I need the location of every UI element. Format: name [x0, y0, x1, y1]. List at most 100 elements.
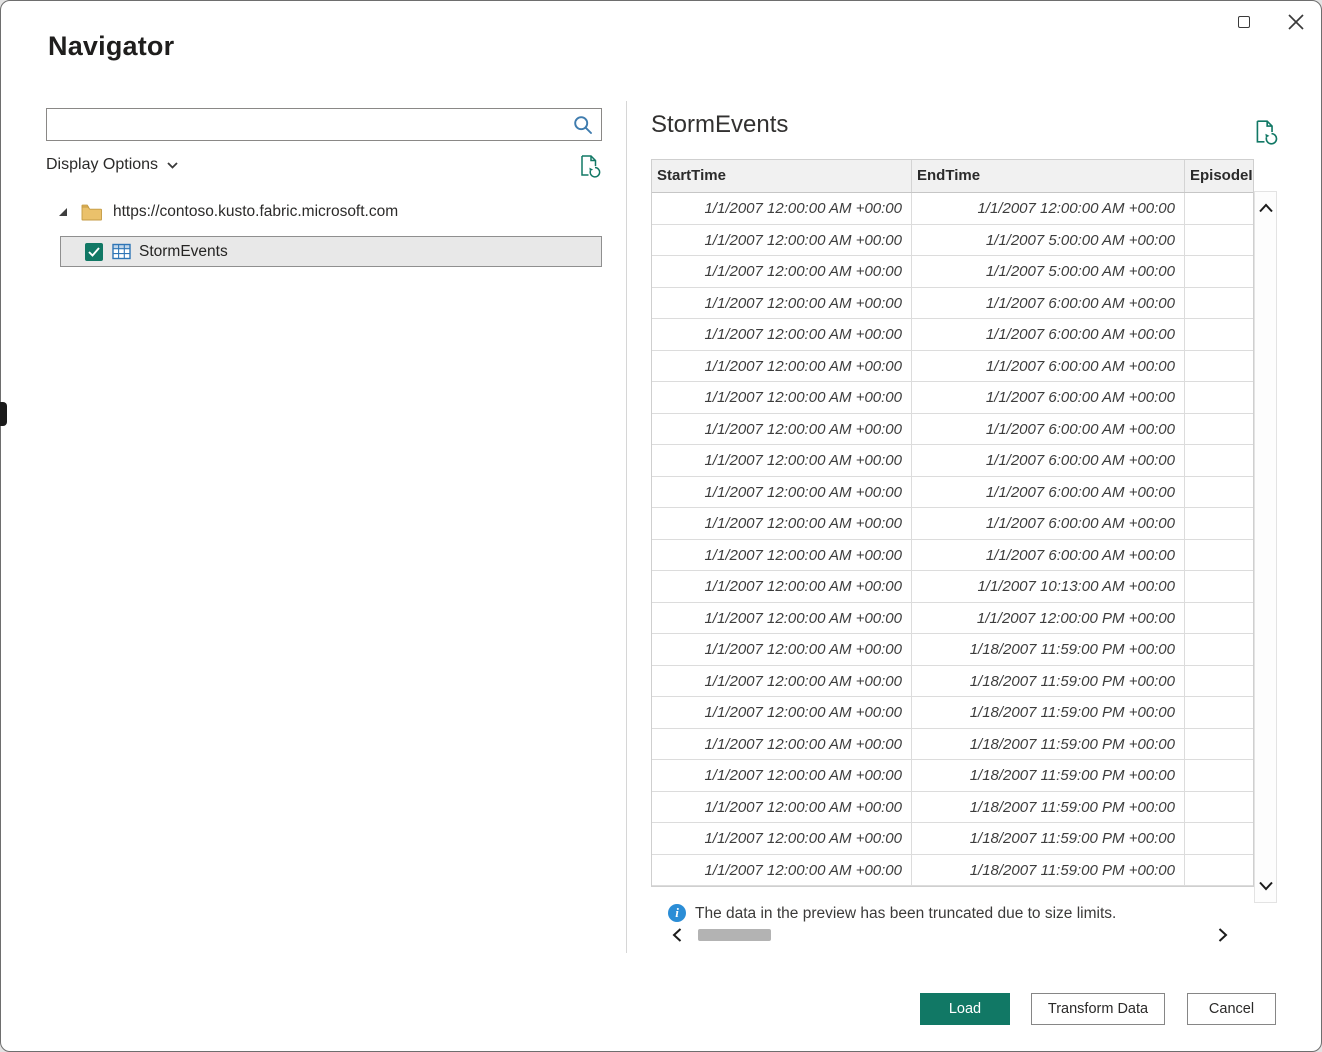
table-cell [1185, 571, 1253, 603]
checkbox-checked[interactable] [85, 243, 103, 261]
column-header-starttime: StartTime [652, 160, 912, 192]
load-button[interactable]: Load [920, 993, 1010, 1025]
table-cell: 1/1/2007 12:00:00 AM +00:00 [652, 445, 912, 477]
table-cell: 1/1/2007 12:00:00 AM +00:00 [652, 477, 912, 509]
table-cell: 1/18/2007 11:59:00 PM +00:00 [912, 792, 1185, 824]
table-cell [1185, 193, 1253, 225]
expander-collapse-icon[interactable] [57, 206, 69, 218]
maximize-icon [1238, 16, 1250, 28]
table-cell [1185, 760, 1253, 792]
transform-data-button[interactable]: Transform Data [1031, 993, 1165, 1025]
search-icon[interactable] [572, 114, 594, 136]
table-cell: 1/1/2007 12:00:00 AM +00:00 [912, 193, 1185, 225]
table-cell [1185, 540, 1253, 572]
table-row: 1/1/2007 12:00:00 AM +00:001/18/2007 11:… [652, 697, 1253, 729]
table-cell: 1/1/2007 6:00:00 AM +00:00 [912, 319, 1185, 351]
scroll-up-button[interactable] [1255, 196, 1276, 220]
scroll-down-button[interactable] [1255, 874, 1276, 898]
cancel-button[interactable]: Cancel [1187, 993, 1276, 1025]
refresh-icon [577, 154, 601, 178]
table-cell [1185, 225, 1253, 257]
table-row: 1/1/2007 12:00:00 AM +00:001/1/2007 6:00… [652, 319, 1253, 351]
table-cell: 1/1/2007 5:00:00 AM +00:00 [912, 225, 1185, 257]
table-row: 1/1/2007 12:00:00 AM +00:001/1/2007 6:00… [652, 508, 1253, 540]
table-cell: 1/1/2007 12:00:00 AM +00:00 [652, 414, 912, 446]
column-header-endtime: EndTime [912, 160, 1185, 192]
search-input[interactable] [47, 109, 572, 140]
table-cell: 1/18/2007 11:59:00 PM +00:00 [912, 760, 1185, 792]
table-cell: 1/1/2007 12:00:00 AM +00:00 [652, 193, 912, 225]
scroll-left-button[interactable] [667, 926, 687, 944]
table-row: 1/1/2007 12:00:00 AM +00:001/18/2007 11:… [652, 666, 1253, 698]
table-cell: 1/1/2007 6:00:00 AM +00:00 [912, 351, 1185, 383]
preview-refresh-button[interactable] [1251, 119, 1279, 147]
table-row: 1/1/2007 12:00:00 AM +00:001/1/2007 12:0… [652, 193, 1253, 225]
table-cell [1185, 445, 1253, 477]
table-cell: 1/1/2007 6:00:00 AM +00:00 [912, 540, 1185, 572]
navigation-tree: https://contoso.kusto.fabric.microsoft.c… [46, 197, 602, 227]
table-cell: 1/1/2007 6:00:00 AM +00:00 [912, 414, 1185, 446]
scroll-right-button[interactable] [1213, 926, 1233, 944]
navigator-dialog: Navigator Display Options [0, 0, 1322, 1052]
table-row: 1/1/2007 12:00:00 AM +00:001/1/2007 10:1… [652, 571, 1253, 603]
table-row: 1/1/2007 12:00:00 AM +00:001/1/2007 6:00… [652, 288, 1253, 320]
search-box [46, 108, 602, 141]
display-options-label: Display Options [46, 156, 158, 174]
vertical-scrollbar[interactable] [1254, 191, 1277, 903]
table-cell: 1/18/2007 11:59:00 PM +00:00 [912, 729, 1185, 761]
horizontal-scrollbar[interactable] [667, 926, 1233, 944]
table-row: 1/1/2007 12:00:00 AM +00:001/18/2007 11:… [652, 855, 1253, 887]
table-row: 1/1/2007 12:00:00 AM +00:001/1/2007 6:00… [652, 351, 1253, 383]
horizontal-scrollbar-thumb[interactable] [698, 929, 771, 941]
table-row: 1/1/2007 12:00:00 AM +00:001/18/2007 11:… [652, 760, 1253, 792]
folder-icon [81, 204, 102, 221]
table-cell: 1/1/2007 12:00:00 AM +00:00 [652, 319, 912, 351]
truncation-notice: i The data in the preview has been trunc… [668, 904, 1228, 923]
chevron-right-icon [1218, 927, 1228, 943]
table-row: 1/1/2007 12:00:00 AM +00:001/1/2007 6:00… [652, 477, 1253, 509]
table-cell: 1/1/2007 12:00:00 AM +00:00 [652, 603, 912, 635]
chevron-left-icon [672, 927, 682, 943]
table-cell [1185, 634, 1253, 666]
table-row: 1/1/2007 12:00:00 AM +00:001/1/2007 12:0… [652, 603, 1253, 635]
refresh-button[interactable] [576, 154, 602, 180]
table-cell: 1/1/2007 10:13:00 AM +00:00 [912, 571, 1185, 603]
preview-table-header: StartTime EndTime EpisodeId [652, 160, 1253, 193]
table-cell: 1/1/2007 6:00:00 AM +00:00 [912, 382, 1185, 414]
tree-root-label: https://contoso.kusto.fabric.microsoft.c… [113, 203, 398, 221]
column-header-episodeid: EpisodeId [1185, 160, 1253, 192]
table-cell [1185, 256, 1253, 288]
close-button[interactable] [1283, 9, 1309, 35]
table-cell: 1/1/2007 12:00:00 AM +00:00 [652, 508, 912, 540]
table-row: 1/1/2007 12:00:00 AM +00:001/1/2007 6:00… [652, 414, 1253, 446]
table-cell: 1/18/2007 11:59:00 PM +00:00 [912, 666, 1185, 698]
checkmark-icon [88, 247, 100, 257]
table-row: 1/1/2007 12:00:00 AM +00:001/18/2007 11:… [652, 792, 1253, 824]
table-row: 1/1/2007 12:00:00 AM +00:001/1/2007 5:00… [652, 225, 1253, 257]
table-cell: 1/1/2007 12:00:00 AM +00:00 [652, 571, 912, 603]
maximize-button[interactable] [1231, 9, 1257, 35]
table-cell [1185, 823, 1253, 855]
table-cell: 1/1/2007 6:00:00 AM +00:00 [912, 445, 1185, 477]
display-options-dropdown[interactable]: Display Options [46, 156, 178, 174]
tree-root-node[interactable]: https://contoso.kusto.fabric.microsoft.c… [46, 197, 602, 227]
table-cell [1185, 697, 1253, 729]
table-cell [1185, 477, 1253, 509]
table-cell: 1/1/2007 12:00:00 AM +00:00 [652, 382, 912, 414]
table-cell [1185, 319, 1253, 351]
chevron-up-icon [1258, 203, 1274, 213]
table-row: 1/1/2007 12:00:00 AM +00:001/18/2007 11:… [652, 823, 1253, 855]
table-cell: 1/1/2007 12:00:00 AM +00:00 [652, 225, 912, 257]
table-cell: 1/1/2007 12:00:00 AM +00:00 [652, 666, 912, 698]
table-cell [1185, 729, 1253, 761]
page-title: Navigator [48, 31, 174, 62]
table-icon [112, 242, 131, 261]
table-cell: 1/1/2007 12:00:00 AM +00:00 [652, 760, 912, 792]
table-cell: 1/1/2007 12:00:00 AM +00:00 [652, 351, 912, 383]
table-row: 1/1/2007 12:00:00 AM +00:001/1/2007 6:00… [652, 382, 1253, 414]
table-cell [1185, 855, 1253, 887]
table-cell: 1/1/2007 12:00:00 PM +00:00 [912, 603, 1185, 635]
table-cell: 1/1/2007 12:00:00 AM +00:00 [652, 792, 912, 824]
preview-title: StormEvents [651, 111, 788, 139]
tree-item-stormevents[interactable]: StormEvents [60, 236, 602, 267]
